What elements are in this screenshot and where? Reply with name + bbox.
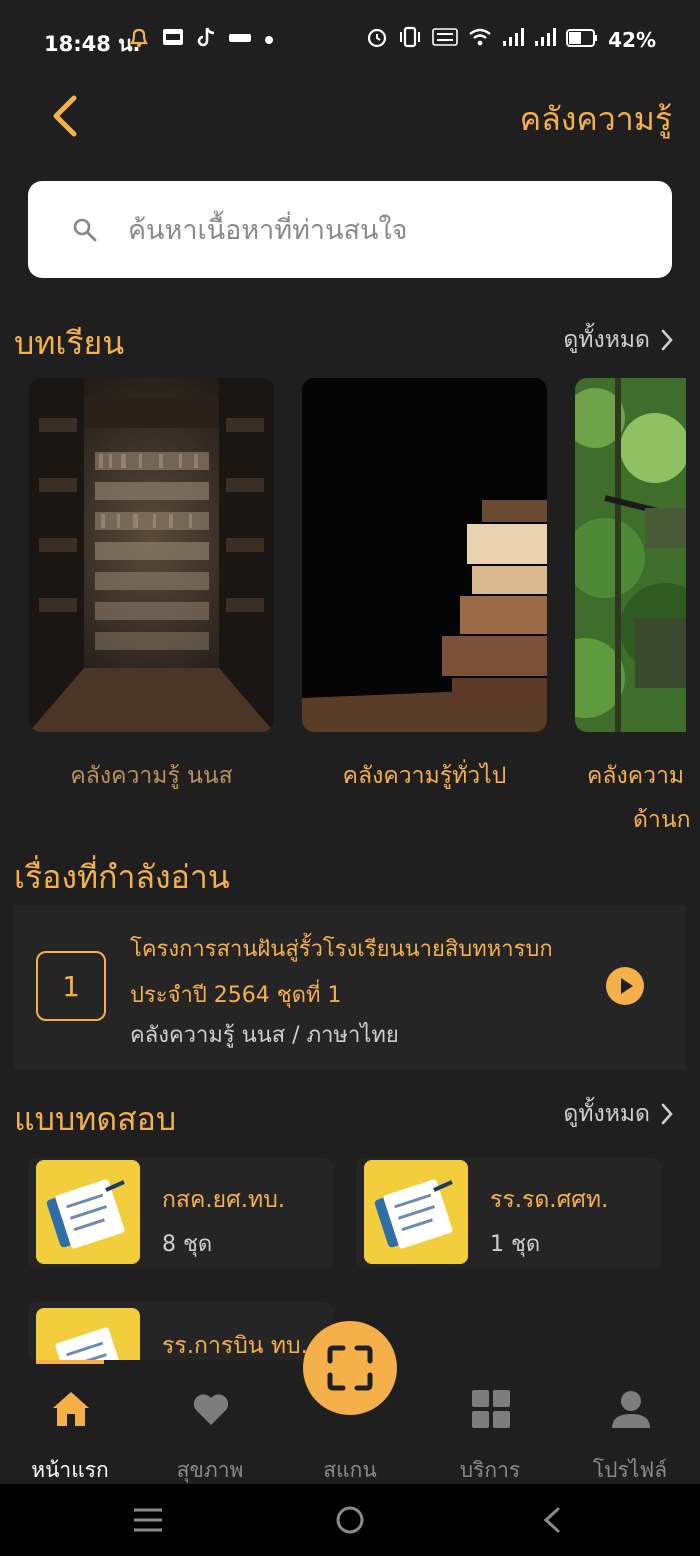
quiz-see-all-link[interactable]: ดูทั้งหมด bbox=[563, 1096, 674, 1132]
chevron-right-icon bbox=[661, 1103, 673, 1125]
signal-icon-2 bbox=[534, 27, 557, 52]
system-navigation-bar bbox=[0, 1484, 700, 1556]
system-back-icon[interactable] bbox=[540, 1506, 564, 1534]
lesson-thumbnail-forest bbox=[575, 378, 686, 732]
lesson-card[interactable]: คลังความ ด้านก bbox=[575, 378, 700, 838]
nav-tab-services[interactable]: บริการ bbox=[430, 1360, 550, 1484]
reading-title-line1: โครงการสานฝันสู่รั้วโรงเรียนนายสิบทหารบก bbox=[130, 937, 553, 962]
home-circle-icon[interactable] bbox=[334, 1504, 366, 1536]
lesson-thumbnail-library bbox=[29, 378, 274, 732]
battery-icon bbox=[566, 28, 598, 52]
quiz-card[interactable]: รร.การบิน ทบ. bbox=[28, 1302, 333, 1360]
nav-tab-home[interactable]: หน้าแรก bbox=[10, 1360, 130, 1484]
notification-bell-icon bbox=[128, 26, 150, 52]
back-button[interactable] bbox=[40, 86, 90, 146]
quiz-thumbnail-icon bbox=[36, 1308, 140, 1360]
quiz-name: กสค.ยศ.ทบ. bbox=[162, 1187, 286, 1213]
reading-number-badge: 1 bbox=[36, 951, 106, 1021]
wifi-icon bbox=[468, 27, 492, 52]
reading-title-line2: ประจำปี 2564 ชุดที่ 1 bbox=[130, 983, 342, 1008]
lesson-label: คลังความรู้ นนส bbox=[70, 763, 233, 789]
recent-apps-icon[interactable] bbox=[132, 1506, 164, 1534]
lesson-thumbnail-books bbox=[302, 378, 547, 732]
see-all-label: ดูทั้งหมด bbox=[563, 1101, 650, 1127]
status-bar: 18:48 น. 42% bbox=[0, 0, 700, 80]
lesson-card[interactable]: คลังความรู้ นนส bbox=[29, 378, 274, 798]
nav-label: โปรไฟล์ bbox=[592, 1458, 668, 1482]
battery-percent: 42% bbox=[608, 27, 656, 52]
system-status-icons: 42% bbox=[366, 26, 656, 53]
lessons-see-all-link[interactable]: ดูทั้งหมด bbox=[563, 322, 674, 358]
heart-icon bbox=[193, 1394, 229, 1425]
nav-label: หน้าแรก bbox=[31, 1458, 109, 1482]
vibrate-icon bbox=[398, 26, 422, 53]
omi-icon bbox=[228, 30, 252, 49]
lesson-label-line2: ด้านก bbox=[633, 807, 691, 833]
alarm-icon bbox=[366, 26, 388, 53]
lesson-label: คลังความรู้ทั่วไป bbox=[342, 763, 507, 789]
notification-icons bbox=[128, 26, 274, 52]
lesson-label: คลังความ ด้านก bbox=[575, 754, 700, 838]
quiz-name: รร.รด.ศศท. bbox=[490, 1187, 609, 1213]
search-bar[interactable] bbox=[28, 181, 672, 278]
lesson-card[interactable]: คลังความรู้ทั่วไป bbox=[302, 378, 547, 798]
play-button[interactable] bbox=[606, 967, 644, 1005]
quiz-card[interactable]: กสค.ยศ.ทบ. 8 ชุด bbox=[28, 1158, 333, 1268]
scan-button[interactable] bbox=[303, 1321, 397, 1415]
volte-icon bbox=[432, 26, 458, 53]
nav-label: สุขภาพ bbox=[176, 1458, 244, 1482]
home-icon bbox=[53, 1392, 89, 1426]
nav-label: สแกน bbox=[323, 1458, 377, 1482]
quiz-thumbnail-icon bbox=[36, 1160, 140, 1264]
dot-icon bbox=[264, 30, 274, 49]
lesson-label-line1: คลังความ bbox=[587, 763, 685, 789]
lessons-section-title: บทเรียน bbox=[14, 324, 125, 362]
quiz-count: 8 ชุด bbox=[162, 1232, 213, 1257]
reading-title: โครงการสานฝันสู่รั้วโรงเรียนนายสิบทหารบก… bbox=[130, 927, 570, 1019]
search-input[interactable] bbox=[128, 205, 648, 255]
quiz-thumbnail-icon bbox=[364, 1160, 468, 1264]
chevron-right-icon bbox=[661, 329, 673, 351]
nav-tab-profile[interactable]: โปรไฟล์ bbox=[570, 1360, 690, 1484]
signal-icon-1 bbox=[502, 27, 525, 52]
quiz-count: 1 ชุด bbox=[490, 1232, 541, 1257]
search-icon bbox=[73, 218, 97, 242]
app-badge-icon bbox=[162, 28, 184, 50]
lesson-carousel[interactable]: คลังความรู้ นนส คลังความรู้ทั่วไป คลังคว… bbox=[0, 378, 700, 838]
current-reading-card[interactable]: 1 โครงการสานฝันสู่รั้วโรงเรียนนายสิบทหาร… bbox=[14, 905, 686, 1070]
grid-icon bbox=[472, 1390, 510, 1428]
status-time: 18:48 น. bbox=[44, 32, 141, 56]
quiz-card[interactable]: รร.รด.ศศท. 1 ชุด bbox=[356, 1158, 661, 1268]
reading-path: คลังความรู้ นนส / ภาษาไทย bbox=[130, 1023, 399, 1048]
chevron-left-icon bbox=[53, 95, 77, 137]
tiktok-icon bbox=[196, 26, 216, 52]
nav-tab-health[interactable]: สุขภาพ bbox=[150, 1360, 270, 1484]
reading-section-title: เรื่องที่กำลังอ่าน bbox=[14, 858, 230, 896]
nav-label: บริการ bbox=[459, 1458, 521, 1482]
app-header: คลังความรู้ bbox=[0, 80, 700, 160]
user-icon bbox=[612, 1391, 650, 1428]
play-icon bbox=[621, 978, 633, 994]
see-all-label: ดูทั้งหมด bbox=[563, 327, 650, 353]
page-title: คลังความรู้ bbox=[519, 100, 672, 138]
scan-icon bbox=[327, 1345, 373, 1391]
quiz-name: รร.การบิน ทบ. bbox=[162, 1333, 308, 1359]
quiz-section-title: แบบทดสอบ bbox=[14, 1100, 177, 1138]
